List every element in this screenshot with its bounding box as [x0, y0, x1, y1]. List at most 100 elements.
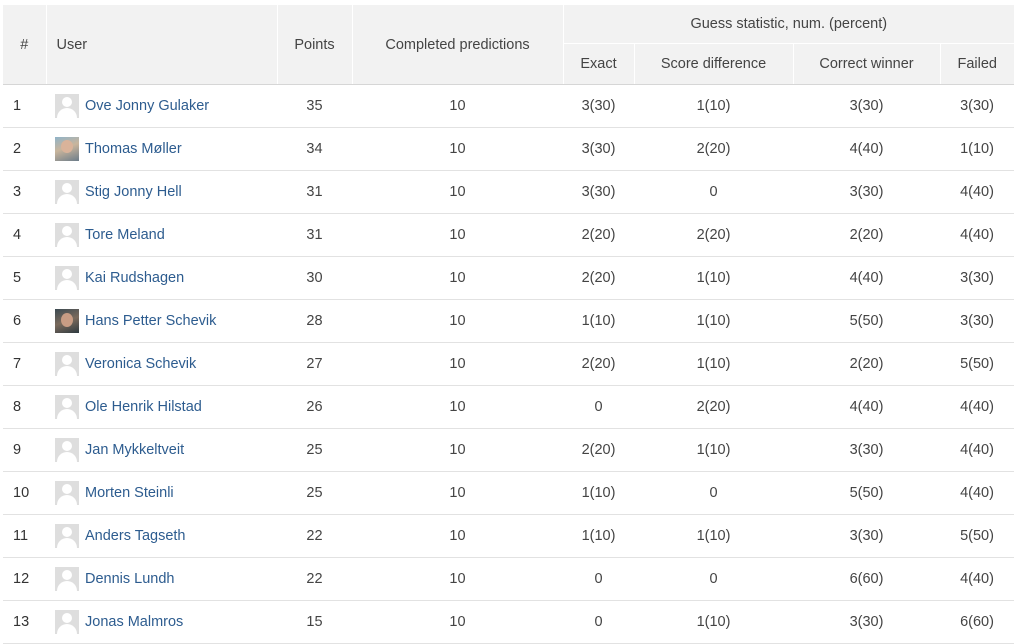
completed-cell: 10	[352, 299, 563, 343]
points-cell: 27	[277, 342, 352, 386]
completed-cell: 10	[352, 428, 563, 472]
user-cell: Dennis Lundh	[46, 557, 277, 601]
points-cell: 30	[277, 256, 352, 300]
score-difference-cell: 1(10)	[634, 342, 793, 386]
table-row: 2 Thomas Møller 34 10 3(30) 2(20) 4(40) …	[3, 127, 1014, 171]
exact-cell: 1(10)	[563, 471, 634, 515]
leaderboard-table: # User Points Completed predictions Gues…	[3, 5, 1014, 644]
rank-cell: 12	[3, 557, 46, 601]
table-row: 9 Jan Mykkeltveit 25 10 2(20) 1(10) 3(30…	[3, 428, 1014, 472]
correct-winner-cell: 3(30)	[793, 428, 940, 472]
header-user[interactable]: User	[45, 5, 277, 85]
photo-avatar	[55, 309, 79, 333]
points-cell: 25	[277, 428, 352, 472]
user-name-link[interactable]: Morten Steinli	[85, 485, 174, 501]
score-difference-cell: 1(10)	[634, 256, 793, 300]
rank-cell: 2	[3, 127, 46, 171]
table-row: 8 Ole Henrik Hilstad 26 10 0 2(20) 4(40)…	[3, 385, 1014, 429]
rank-cell: 10	[3, 471, 46, 515]
table-header: # User Points Completed predictions Gues…	[3, 5, 1014, 85]
exact-cell: 2(20)	[563, 256, 634, 300]
user-cell: Hans Petter Schevik	[46, 299, 277, 343]
header-rank[interactable]: #	[3, 5, 46, 85]
user-name-link[interactable]: Jonas Malmros	[85, 614, 183, 630]
rank-cell: 1	[3, 84, 46, 128]
correct-winner-cell: 2(20)	[793, 342, 940, 386]
correct-winner-cell: 4(40)	[793, 256, 940, 300]
default-avatar-icon	[55, 567, 79, 591]
table-row: 7 Veronica Schevik 27 10 2(20) 1(10) 2(2…	[3, 342, 1014, 386]
correct-winner-cell: 5(50)	[793, 299, 940, 343]
header-correct-winner[interactable]: Correct winner	[792, 43, 940, 85]
completed-cell: 10	[352, 557, 563, 601]
user-name-link[interactable]: Jan Mykkeltveit	[85, 442, 184, 458]
table-row: 1 Ove Jonny Gulaker 35 10 3(30) 1(10) 3(…	[3, 84, 1014, 128]
completed-cell: 10	[352, 256, 563, 300]
rank-cell: 9	[3, 428, 46, 472]
leaderboard: # User Points Completed predictions Gues…	[3, 5, 1014, 644]
header-exact[interactable]: Exact	[562, 43, 634, 85]
default-avatar-icon	[55, 481, 79, 505]
user-name-link[interactable]: Veronica Schevik	[85, 356, 196, 372]
table-row: 13 Jonas Malmros 15 10 0 1(10) 3(30) 6(6…	[3, 600, 1014, 644]
rank-cell: 11	[3, 514, 46, 558]
failed-cell: 1(10)	[940, 127, 1014, 171]
correct-winner-cell: 3(30)	[793, 170, 940, 214]
score-difference-cell: 0	[634, 557, 793, 601]
exact-cell: 2(20)	[563, 213, 634, 257]
score-difference-cell: 2(20)	[634, 213, 793, 257]
correct-winner-cell: 4(40)	[793, 127, 940, 171]
failed-cell: 3(30)	[940, 299, 1014, 343]
header-score-difference[interactable]: Score difference	[633, 43, 793, 85]
default-avatar-icon	[55, 352, 79, 376]
score-difference-cell: 1(10)	[634, 514, 793, 558]
failed-cell: 4(40)	[940, 428, 1014, 472]
score-difference-cell: 1(10)	[634, 84, 793, 128]
user-name-link[interactable]: Ole Henrik Hilstad	[85, 399, 202, 415]
exact-cell: 2(20)	[563, 428, 634, 472]
default-avatar-icon	[55, 524, 79, 548]
default-avatar-icon	[55, 223, 79, 247]
user-name-link[interactable]: Hans Petter Schevik	[85, 313, 216, 329]
failed-cell: 6(60)	[940, 600, 1014, 644]
user-name-link[interactable]: Dennis Lundh	[85, 571, 175, 587]
user-cell: Stig Jonny Hell	[46, 170, 277, 214]
score-difference-cell: 2(20)	[634, 385, 793, 429]
completed-cell: 10	[352, 514, 563, 558]
header-failed[interactable]: Failed	[939, 43, 1014, 85]
rank-cell: 5	[3, 256, 46, 300]
correct-winner-cell: 6(60)	[793, 557, 940, 601]
header-points[interactable]: Points	[276, 5, 352, 85]
user-cell: Veronica Schevik	[46, 342, 277, 386]
header-completed-predictions[interactable]: Completed predictions	[351, 5, 563, 85]
completed-cell: 10	[352, 600, 563, 644]
exact-cell: 1(10)	[563, 514, 634, 558]
correct-winner-cell: 4(40)	[793, 385, 940, 429]
rank-cell: 7	[3, 342, 46, 386]
user-name-link[interactable]: Ove Jonny Gulaker	[85, 98, 209, 114]
completed-cell: 10	[352, 170, 563, 214]
points-cell: 22	[277, 514, 352, 558]
user-name-link[interactable]: Tore Meland	[85, 227, 165, 243]
default-avatar-icon	[55, 438, 79, 462]
exact-cell: 0	[563, 557, 634, 601]
correct-winner-cell: 5(50)	[793, 471, 940, 515]
user-name-link[interactable]: Kai Rudshagen	[85, 270, 184, 286]
user-name-link[interactable]: Anders Tagseth	[85, 528, 186, 544]
failed-cell: 3(30)	[940, 256, 1014, 300]
points-cell: 26	[277, 385, 352, 429]
failed-cell: 3(30)	[940, 84, 1014, 128]
table-row: 10 Morten Steinli 25 10 1(10) 0 5(50) 4(…	[3, 471, 1014, 515]
table-row: 4 Tore Meland 31 10 2(20) 2(20) 2(20) 4(…	[3, 213, 1014, 257]
correct-winner-cell: 3(30)	[793, 600, 940, 644]
score-difference-cell: 1(10)	[634, 600, 793, 644]
user-cell: Thomas Møller	[46, 127, 277, 171]
table-row: 11 Anders Tagseth 22 10 1(10) 1(10) 3(30…	[3, 514, 1014, 558]
exact-cell: 3(30)	[563, 84, 634, 128]
photo-avatar	[55, 137, 79, 161]
exact-cell: 1(10)	[563, 299, 634, 343]
user-cell: Morten Steinli	[46, 471, 277, 515]
correct-winner-cell: 2(20)	[793, 213, 940, 257]
user-name-link[interactable]: Thomas Møller	[85, 141, 182, 157]
user-name-link[interactable]: Stig Jonny Hell	[85, 184, 182, 200]
